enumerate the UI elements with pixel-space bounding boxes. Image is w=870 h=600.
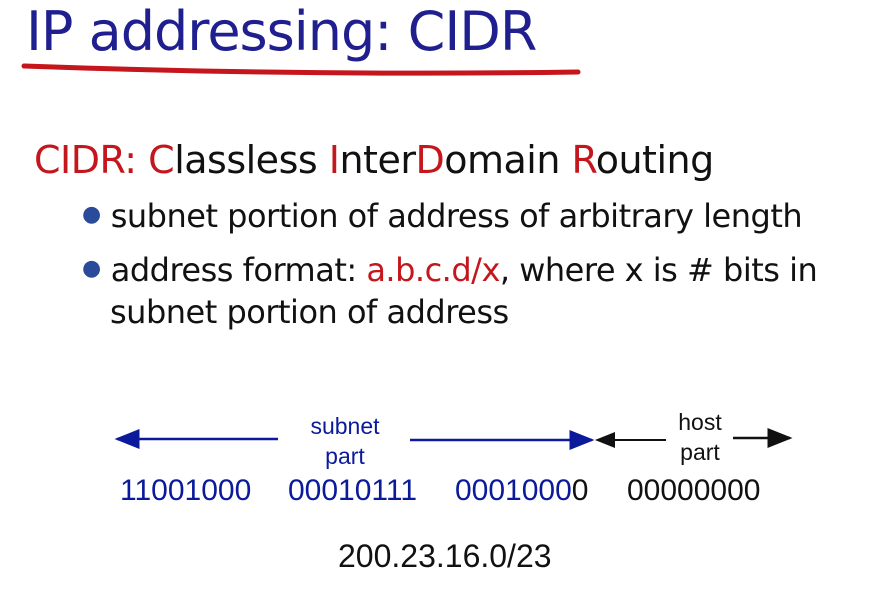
cidr-address: 200.23.16.0/23 (338, 538, 552, 574)
octet-3-host-bit: 0 (571, 474, 589, 507)
octet-4: 00000000 (627, 474, 761, 507)
cidr-diagram-arrows (114, 428, 793, 450)
host-part-label: host part (678, 409, 722, 465)
octet-3-subnet-part: 0001000 (455, 474, 572, 507)
octet-3-subnet-bits: 00010000 (455, 474, 588, 508)
octet-2: 00010111 (288, 474, 418, 507)
subnet-part-label: subnet part (310, 413, 380, 469)
octet-1: 11001000 (120, 474, 252, 507)
